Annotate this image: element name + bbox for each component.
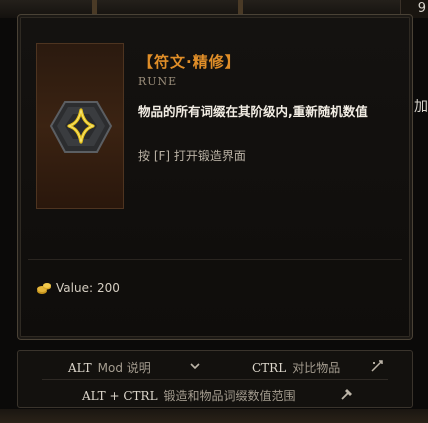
- item-hint: 按 [F] 打开锻造界面: [138, 149, 246, 163]
- item-name: 【符文·精修】: [138, 53, 241, 71]
- key-action: 对比物品: [292, 361, 341, 375]
- key-label: ALT: [68, 361, 92, 375]
- key-action: Mod 说明: [97, 361, 151, 375]
- hud-ornament: [238, 0, 243, 14]
- keybind-alt: ALT Mod 说明: [68, 359, 151, 376]
- hud-side-label: 加: [414, 99, 428, 115]
- key-label: CTRL: [252, 361, 287, 375]
- keybind-ctrl: CTRL 对比物品: [252, 359, 340, 376]
- hammer-icon: [341, 389, 352, 400]
- keybind-panel: ALT Mod 说明 CTRL 对比物品 ALT + CTRL 锻造和物品词缀数值范围: [17, 350, 413, 408]
- chevron-down-icon: [190, 363, 200, 370]
- keybind-row: ALT + CTRL 锻造和物品词缀数值范围: [18, 381, 412, 407]
- game-hud-bottom-bar: [0, 409, 428, 423]
- item-description: 物品的所有词缀在其阶级内,重新随机数值: [138, 104, 368, 119]
- item-tooltip: 【符文·精修】 RUNE 物品的所有词缀在其阶级内,重新随机数值 按 [F] 打…: [17, 14, 413, 340]
- hud-ornament: [92, 0, 97, 14]
- value-label: Value:: [56, 281, 93, 295]
- divider: [28, 259, 402, 260]
- item-icon-frame: [36, 43, 124, 209]
- value-amount: 200: [97, 281, 120, 295]
- key-label: ALT + CTRL: [82, 389, 158, 403]
- keybind-row: ALT Mod 说明 CTRL 对比物品: [18, 353, 412, 380]
- gold-coin-icon: [37, 283, 51, 294]
- compare-icon: [371, 360, 383, 372]
- item-value: Value: 200: [36, 281, 120, 295]
- key-action: 锻造和物品词缀数值范围: [163, 389, 296, 403]
- rune-icon: [49, 101, 113, 153]
- keybind-alt-ctrl: ALT + CTRL 锻造和物品词缀数值范围: [82, 387, 296, 404]
- item-type: RUNE: [138, 75, 178, 88]
